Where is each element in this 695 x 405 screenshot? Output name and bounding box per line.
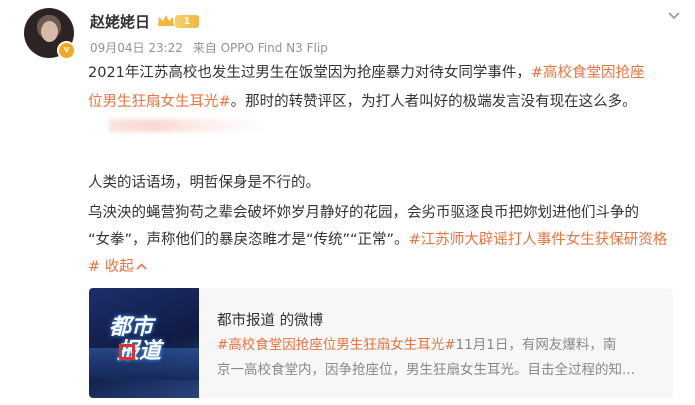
collapse-chevron-icon (136, 263, 147, 270)
level-badge: 1 (175, 15, 199, 28)
card-description: #高校食堂因抢座位男生狂扇女生耳光#11月1日，有网友爆料，南 京一高校食堂内，… (217, 337, 635, 378)
post-text-line-6: “女拳”，声称他们的暴戾恣睢才是“传统”“正常”。#江苏师大辟谣打人事件女生获保… (88, 232, 668, 248)
topic-link-2-end[interactable]: # (88, 259, 100, 275)
post-time[interactable]: 09月04日 23:22 (90, 41, 183, 55)
crown-icon (158, 15, 174, 26)
topic-link-1-cont[interactable]: 位男生狂扇女生耳光# (88, 94, 231, 110)
post-meta: 09月04日 23:22 来自 OPPO Find N3 Flip (90, 39, 334, 56)
chevron-down-icon[interactable] (667, 8, 681, 22)
post-text-line-5: 乌泱泱的蝇营狗苟之辈会破坏妳岁月静好的花园，会劣币驱逐良币把妳划进他们斗争的 (88, 205, 639, 221)
post-text-line-7: # 收起 (88, 255, 147, 280)
thumb-logo-text-1: 都市 (109, 315, 154, 340)
card-thumbnail: 都市 报道 (89, 288, 199, 398)
collapse-button[interactable]: 收起 (105, 259, 147, 275)
topic-link-2[interactable]: #江苏师大辟谣打人事件女生获保研资格 (409, 232, 668, 248)
avatar[interactable]: v (24, 8, 76, 60)
topic-link-1[interactable]: #高校食堂因抢座 (531, 65, 645, 81)
post-text-line-2: 位男生狂扇女生耳光#。那时的转赞评区，为打人者叫好的极端发言没有现在这么多。 (88, 94, 637, 110)
post-text-line-1: 2021年江苏高校也发生过男生在饭堂因为抢座暴力对待女同学事件，#高校食堂因抢座 (88, 65, 645, 81)
verified-v-icon: v (57, 41, 76, 60)
card-title[interactable]: 都市报道 的微博 (217, 309, 323, 330)
thumb-logo-mark (119, 344, 135, 360)
post-source: 来自 OPPO Find N3 Flip (192, 41, 328, 55)
blurred-text (109, 119, 264, 132)
username[interactable]: 赵姥姥日 (90, 11, 150, 32)
card-topic-link[interactable]: #高校食堂因抢座位男生狂扇女生耳光# (217, 337, 456, 353)
post-text-line-4: 人类的话语场，明哲保身是不行的。 (88, 175, 320, 191)
avatar-face (41, 21, 58, 42)
repost-card[interactable]: 都市 报道 都市报道 的微博 #高校食堂因抢座位男生狂扇女生耳光#11月1日，有… (89, 288, 673, 398)
